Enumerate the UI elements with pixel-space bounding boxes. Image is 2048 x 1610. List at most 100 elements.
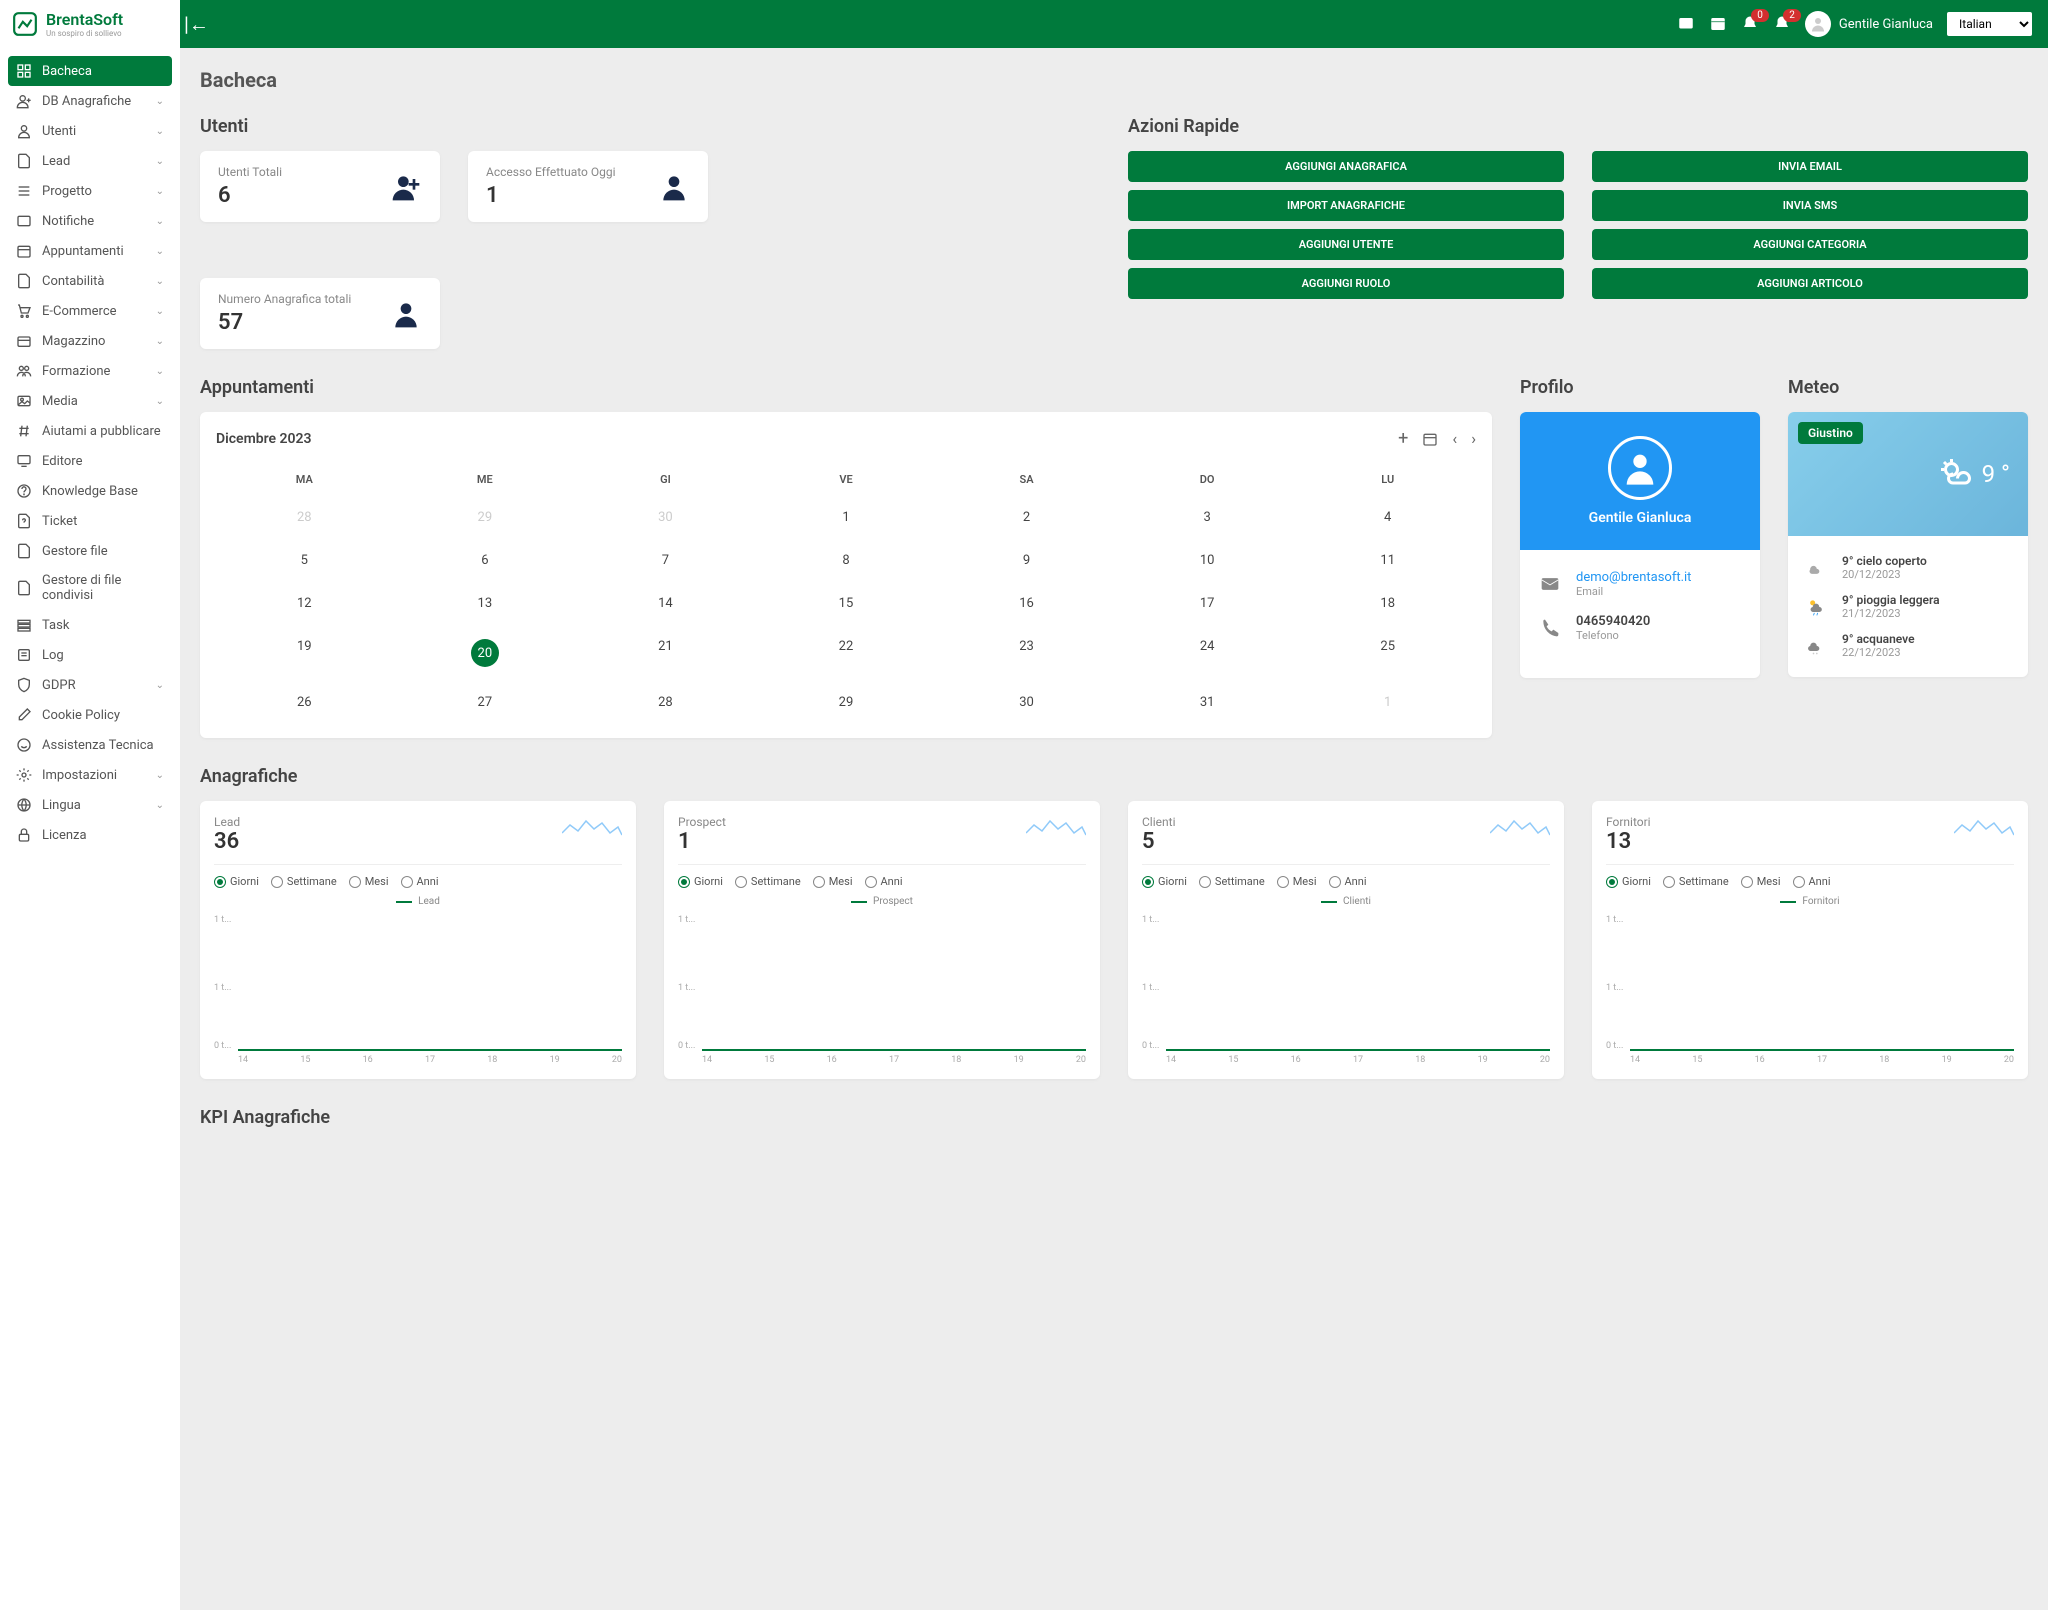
- radio-giorni[interactable]: Giorni: [214, 875, 259, 888]
- sidebar-item-impostazioni[interactable]: Impostazioni⌄: [8, 760, 172, 790]
- sidebar-item-formazione[interactable]: Formazione⌄: [8, 356, 172, 386]
- action-invia-sms[interactable]: INVIA SMS: [1592, 190, 2028, 221]
- sidebar-item-lead[interactable]: Lead⌄: [8, 146, 172, 176]
- collapse-sidebar-button[interactable]: |←: [184, 12, 209, 37]
- sidebar-item-gestore-file[interactable]: Gestore file: [8, 536, 172, 566]
- calendar-day[interactable]: 9: [938, 541, 1115, 580]
- radio-giorni[interactable]: Giorni: [1606, 875, 1651, 888]
- radio-giorni[interactable]: Giorni: [678, 875, 723, 888]
- sidebar-item-media[interactable]: Media⌄: [8, 386, 172, 416]
- calendar-day[interactable]: 2: [938, 498, 1115, 537]
- calendar-day[interactable]: 20: [397, 627, 574, 679]
- calendar-day[interactable]: 1: [758, 498, 935, 537]
- calendar-day[interactable]: 28: [216, 498, 393, 537]
- radio-mesi[interactable]: Mesi: [349, 875, 389, 888]
- calendar-day[interactable]: 13: [397, 584, 574, 623]
- sidebar-item-utenti[interactable]: Utenti⌄: [8, 116, 172, 146]
- user-menu[interactable]: Gentile Gianluca: [1805, 11, 1933, 37]
- sidebar-item-editore[interactable]: Editore: [8, 446, 172, 476]
- calendar-day[interactable]: 15: [758, 584, 935, 623]
- calendar-day[interactable]: 4: [1299, 498, 1476, 537]
- radio-settimane[interactable]: Settimane: [271, 875, 337, 888]
- sidebar-item-task[interactable]: Task: [8, 610, 172, 640]
- sidebar-item-contabilità[interactable]: Contabilità⌄: [8, 266, 172, 296]
- radio-settimane[interactable]: Settimane: [1199, 875, 1265, 888]
- calendar-day[interactable]: 5: [216, 541, 393, 580]
- calendar-day[interactable]: 16: [938, 584, 1115, 623]
- sidebar-item-bacheca[interactable]: Bacheca: [8, 56, 172, 86]
- sidebar-item-lingua[interactable]: Lingua⌄: [8, 790, 172, 820]
- calendar-day[interactable]: 24: [1119, 627, 1296, 679]
- calendar-day[interactable]: 19: [216, 627, 393, 679]
- monitor-icon: [16, 453, 32, 469]
- calendar-day[interactable]: 28: [577, 683, 754, 722]
- calendar-day[interactable]: 12: [216, 584, 393, 623]
- sidebar-item-gdpr[interactable]: GDPR⌄: [8, 670, 172, 700]
- sidebar-item-licenza[interactable]: Licenza: [8, 820, 172, 850]
- calendar-day[interactable]: 21: [577, 627, 754, 679]
- action-aggiungi-categoria[interactable]: AGGIUNGI CATEGORIA: [1592, 229, 2028, 260]
- calendar-icon[interactable]: [1709, 15, 1727, 33]
- notification-bell-1[interactable]: 0: [1741, 15, 1759, 33]
- calendar-day[interactable]: 27: [397, 683, 574, 722]
- calendar-day[interactable]: 8: [758, 541, 935, 580]
- radio-mesi[interactable]: Mesi: [1741, 875, 1781, 888]
- sidebar-item-assistenza-tecnica[interactable]: Assistenza Tecnica: [8, 730, 172, 760]
- calendar-day[interactable]: 7: [577, 541, 754, 580]
- calendar-day[interactable]: 30: [938, 683, 1115, 722]
- sidebar-item-e-commerce[interactable]: E-Commerce⌄: [8, 296, 172, 326]
- language-select[interactable]: Italian: [1947, 12, 2032, 36]
- calendar-day[interactable]: 26: [216, 683, 393, 722]
- calendar-day[interactable]: 14: [577, 584, 754, 623]
- action-invia-email[interactable]: INVIA EMAIL: [1592, 151, 2028, 182]
- sidebar-item-notifiche[interactable]: Notifiche⌄: [8, 206, 172, 236]
- calendar-day[interactable]: 25: [1299, 627, 1476, 679]
- radio-anni[interactable]: Anni: [1329, 875, 1367, 888]
- calendar-next-button[interactable]: ›: [1471, 429, 1476, 448]
- calendar-today-button[interactable]: [1422, 431, 1438, 447]
- chat-icon[interactable]: [1677, 15, 1695, 33]
- calendar-prev-button[interactable]: ‹: [1452, 429, 1457, 448]
- action-aggiungi-ruolo[interactable]: AGGIUNGI RUOLO: [1128, 268, 1564, 299]
- profile-email[interactable]: demo@brentasoft.it: [1576, 570, 1691, 585]
- sidebar-item-log[interactable]: Log: [8, 640, 172, 670]
- calendar-day[interactable]: 29: [758, 683, 935, 722]
- calendar-day[interactable]: 30: [577, 498, 754, 537]
- sidebar-item-cookie-policy[interactable]: Cookie Policy: [8, 700, 172, 730]
- calendar-day[interactable]: 17: [1119, 584, 1296, 623]
- calendar-day[interactable]: 29: [397, 498, 574, 537]
- calendar-add-button[interactable]: +: [1398, 428, 1408, 449]
- sidebar-item-ticket[interactable]: Ticket: [8, 506, 172, 536]
- calendar-day[interactable]: 18: [1299, 584, 1476, 623]
- radio-mesi[interactable]: Mesi: [1277, 875, 1317, 888]
- radio-settimane[interactable]: Settimane: [735, 875, 801, 888]
- sidebar-item-appuntamenti[interactable]: Appuntamenti⌄: [8, 236, 172, 266]
- calendar-day[interactable]: 22: [758, 627, 935, 679]
- calendar-day[interactable]: 31: [1119, 683, 1296, 722]
- calendar-day[interactable]: 10: [1119, 541, 1296, 580]
- sidebar-item-aiutami-a-pubblicare[interactable]: Aiutami a pubblicare: [8, 416, 172, 446]
- radio-settimane[interactable]: Settimane: [1663, 875, 1729, 888]
- action-import-anagrafiche[interactable]: IMPORT ANAGRAFICHE: [1128, 190, 1564, 221]
- action-aggiungi-articolo[interactable]: AGGIUNGI ARTICOLO: [1592, 268, 2028, 299]
- radio-anni[interactable]: Anni: [1793, 875, 1831, 888]
- radio-giorni[interactable]: Giorni: [1142, 875, 1187, 888]
- radio-anni[interactable]: Anni: [865, 875, 903, 888]
- logo-section[interactable]: BrentaSoft Un sospiro di sollievo: [0, 0, 180, 48]
- radio-mesi[interactable]: Mesi: [813, 875, 853, 888]
- sidebar-item-magazzino[interactable]: Magazzino⌄: [8, 326, 172, 356]
- calendar-day[interactable]: 3: [1119, 498, 1296, 537]
- radio-anni[interactable]: Anni: [401, 875, 439, 888]
- calendar-day[interactable]: 6: [397, 541, 574, 580]
- action-aggiungi-utente[interactable]: AGGIUNGI UTENTE: [1128, 229, 1564, 260]
- calendar-day[interactable]: 23: [938, 627, 1115, 679]
- calendar-day[interactable]: 1: [1299, 683, 1476, 722]
- chevron-down-icon: ⌄: [156, 96, 164, 107]
- sidebar-item-knowledge-base[interactable]: Knowledge Base: [8, 476, 172, 506]
- action-aggiungi-anagrafica[interactable]: AGGIUNGI ANAGRAFICA: [1128, 151, 1564, 182]
- calendar-day[interactable]: 11: [1299, 541, 1476, 580]
- sidebar-item-db-anagrafiche[interactable]: DB Anagrafiche⌄: [8, 86, 172, 116]
- notification-bell-2[interactable]: 2: [1773, 15, 1791, 33]
- sidebar-item-gestore-di-file-condivisi[interactable]: Gestore di file condivisi: [8, 566, 172, 610]
- sidebar-item-progetto[interactable]: Progetto⌄: [8, 176, 172, 206]
